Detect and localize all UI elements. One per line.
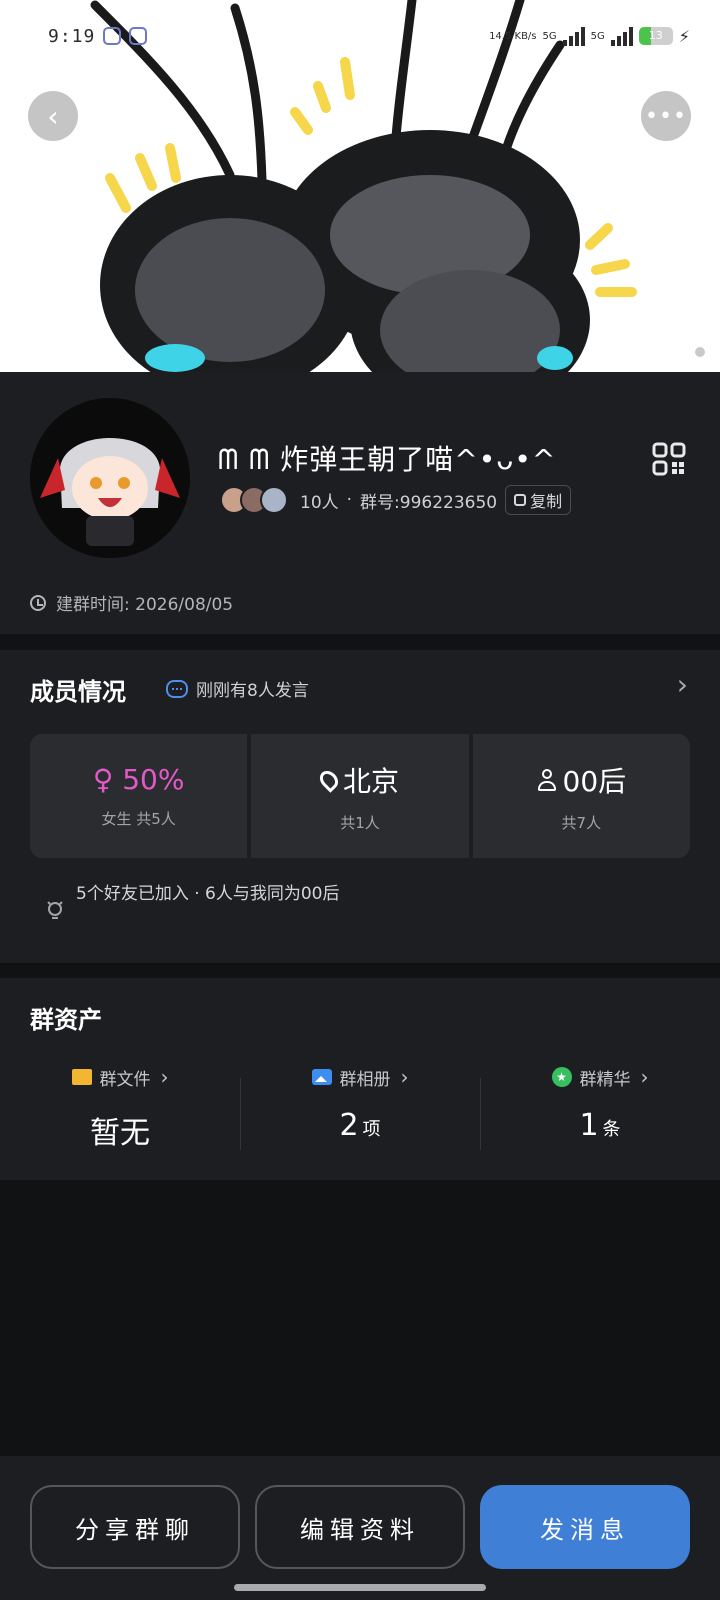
cover-illustration <box>90 0 705 372</box>
stat-age[interactable]: 00后 共7人 <box>472 734 690 858</box>
stat-caption: 女生 共5人 <box>101 810 176 828</box>
asset-value: 暂无 <box>90 1116 150 1151</box>
battery-icon: 13 <box>638 27 673 45</box>
chevron-right-icon: › <box>640 1065 649 1089</box>
bottom-action-bar: 分享群聊 编辑资料 发消息 <box>0 1456 720 1600</box>
created-date: 建群时间: 2026/08/05 <box>30 590 233 615</box>
signal-icon <box>562 26 585 46</box>
chevron-right-icon: › <box>400 1065 409 1089</box>
lightbulb-icon <box>47 901 63 919</box>
group-profile-card: ᗰ ᗰ 炸弹王朝了喵^•ᴗ•^ 10人 · 群号:996223650 复制 建群… <box>0 372 720 634</box>
activity-note: 刚刚有8人发言 <box>166 676 309 701</box>
chevron-right-icon[interactable]: › <box>677 668 688 701</box>
asset-row: 群文件 › 暂无 群相册 › 2 项 ★ 群精华 › 1 条 <box>0 1062 720 1172</box>
ellipsis-icon: ••• <box>645 103 687 129</box>
network-type-2: 5G <box>590 30 605 42</box>
home-indicator[interactable] <box>234 1584 486 1591</box>
asset-album[interactable]: 群相册 › 2 项 <box>240 1062 480 1172</box>
qr-code-icon[interactable] <box>652 442 686 476</box>
assets-title: 群资产 <box>30 1006 102 1034</box>
stat-value: 00后 <box>562 764 627 798</box>
member-stats: ♀ 50% 女生 共5人 北京 共1人 00后 共7人 <box>30 734 690 858</box>
asset-label: 群文件 <box>99 1069 151 1090</box>
members-section[interactable]: 成员情况 刚刚有8人发言 › ♀ 50% 女生 共5人 北京 共1人 00后 共… <box>0 650 720 963</box>
location-pin-icon <box>316 766 342 793</box>
status-right: 14.5 KB/s 5G 5G 13 ⚡ <box>489 26 690 46</box>
back-button[interactable]: ‹ <box>28 91 78 141</box>
edit-profile-button[interactable]: 编辑资料 <box>255 1485 465 1569</box>
more-button[interactable]: ••• <box>641 91 691 141</box>
folder-icon <box>71 1069 92 1085</box>
asset-files[interactable]: 群文件 › 暂无 <box>0 1062 240 1172</box>
clock-icon <box>30 594 46 611</box>
asset-value: 1 <box>579 1108 599 1143</box>
share-group-button[interactable]: 分享群聊 <box>30 1485 240 1569</box>
group-id: 群号:996223650 <box>360 492 498 513</box>
status-time: 9:19 <box>48 25 96 47</box>
asset-label: 群相册 <box>339 1069 391 1090</box>
members-title: 成员情况 <box>30 678 126 706</box>
network-type-1: 5G <box>542 30 557 42</box>
charging-icon: ⚡ <box>678 26 690 46</box>
copy-label: 复制 <box>530 492 563 511</box>
member-count: 10人 <box>300 492 339 513</box>
member-avatars[interactable] <box>220 486 288 514</box>
group-avatar[interactable] <box>30 398 190 558</box>
assets-section: 群资产 群文件 › 暂无 群相册 › 2 项 ★ 群精华 › 1 条 <box>0 978 720 1180</box>
meta-separator: · <box>346 490 353 510</box>
stat-value: 北京 <box>342 764 399 798</box>
photo-icon <box>311 1069 332 1085</box>
person-icon <box>537 768 557 791</box>
copy-icon <box>514 494 527 506</box>
chat-bubble-icon <box>166 679 188 698</box>
status-bar: 9:19 14.5 KB/s 5G 5G 13 ⚡ <box>48 22 690 50</box>
asset-value: 2 <box>339 1108 359 1143</box>
activity-text: 刚刚有8人发言 <box>196 681 309 701</box>
group-name: ᗰ ᗰ 炸弹王朝了喵^•ᴗ•^ <box>218 443 557 476</box>
asset-essence[interactable]: ★ 群精华 › 1 条 <box>480 1062 720 1172</box>
group-meta: 10人 · 群号:996223650 复制 <box>220 485 572 515</box>
send-message-button[interactable]: 发消息 <box>480 1485 690 1569</box>
star-icon: ★ <box>551 1067 572 1087</box>
avatar <box>260 486 288 514</box>
stat-location[interactable]: 北京 共1人 <box>251 734 469 858</box>
group-cover-image: 9:19 14.5 KB/s 5G 5G 13 ⚡ ‹ ••• <box>0 0 720 372</box>
stat-value: ♀ 50% <box>92 763 185 796</box>
asset-unit: 项 <box>362 1119 381 1140</box>
chevron-left-icon: ‹ <box>47 99 59 133</box>
asset-unit: 条 <box>602 1119 621 1140</box>
stat-caption: 共1人 <box>340 813 380 832</box>
copy-button[interactable]: 复制 <box>505 485 572 515</box>
signal-icon <box>610 26 633 46</box>
chevron-right-icon: › <box>160 1065 169 1089</box>
created-date-text: 建群时间: 2026/08/05 <box>56 595 234 615</box>
friends-note: 5个好友已加入 · 6人与我同为00后 <box>76 884 340 904</box>
notification-icon <box>129 27 148 45</box>
stat-caption: 共7人 <box>561 813 602 832</box>
notification-icon <box>103 27 122 45</box>
network-speed: 14.5 KB/s <box>489 30 537 42</box>
stat-gender[interactable]: ♀ 50% 女生 共5人 <box>30 734 248 858</box>
asset-label: 群精华 <box>579 1069 631 1090</box>
